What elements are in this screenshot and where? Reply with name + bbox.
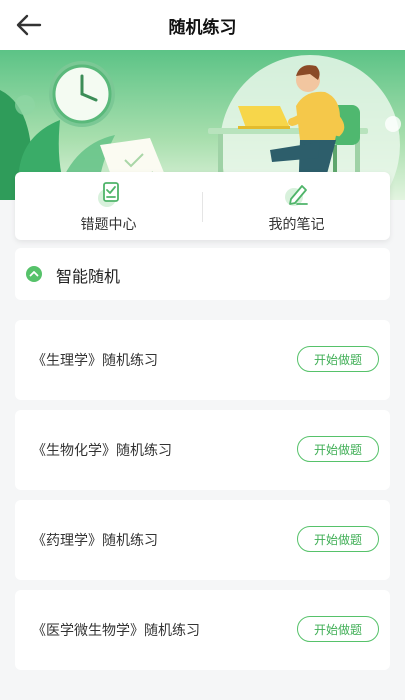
collapse-chevron-icon[interactable] — [26, 266, 42, 282]
my-notes-button[interactable]: 我的笔记 — [203, 172, 390, 240]
quick-action-label: 我的笔记 — [268, 217, 325, 233]
clock-icon — [49, 61, 115, 127]
practice-card: 《药理学》随机练习 开始做题 — [15, 500, 390, 580]
quick-actions-card: 错题中心 我的笔记 — [15, 172, 390, 240]
practice-card: 《生物化学》随机练习 开始做题 — [15, 410, 390, 490]
practice-card: 《生理学》随机练习 开始做题 — [15, 320, 390, 400]
start-practice-button[interactable]: 开始做题 — [297, 346, 379, 372]
page-title: 随机练习 — [168, 18, 237, 38]
start-practice-button[interactable]: 开始做题 — [297, 616, 379, 642]
wrong-questions-icon — [95, 180, 123, 208]
smart-random-section-header[interactable]: 智能随机 — [15, 248, 390, 300]
practice-title: 《生物化学》随机练习 — [32, 443, 172, 459]
wrong-questions-button[interactable]: 错题中心 — [15, 172, 202, 240]
practice-title: 《医学微生物学》随机练习 — [32, 623, 200, 639]
notes-icon — [283, 180, 311, 208]
top-nav-bar: 随机练习 — [0, 0, 405, 50]
start-practice-button[interactable]: 开始做题 — [297, 436, 379, 462]
practice-card: 《医学微生物学》随机练习 开始做题 — [15, 590, 390, 670]
quick-action-label: 错题中心 — [80, 217, 137, 233]
practice-title: 《生理学》随机练习 — [32, 353, 158, 369]
start-practice-button[interactable]: 开始做题 — [297, 526, 379, 552]
practice-title: 《药理学》随机练习 — [32, 533, 158, 549]
section-title: 智能随机 — [56, 267, 121, 286]
